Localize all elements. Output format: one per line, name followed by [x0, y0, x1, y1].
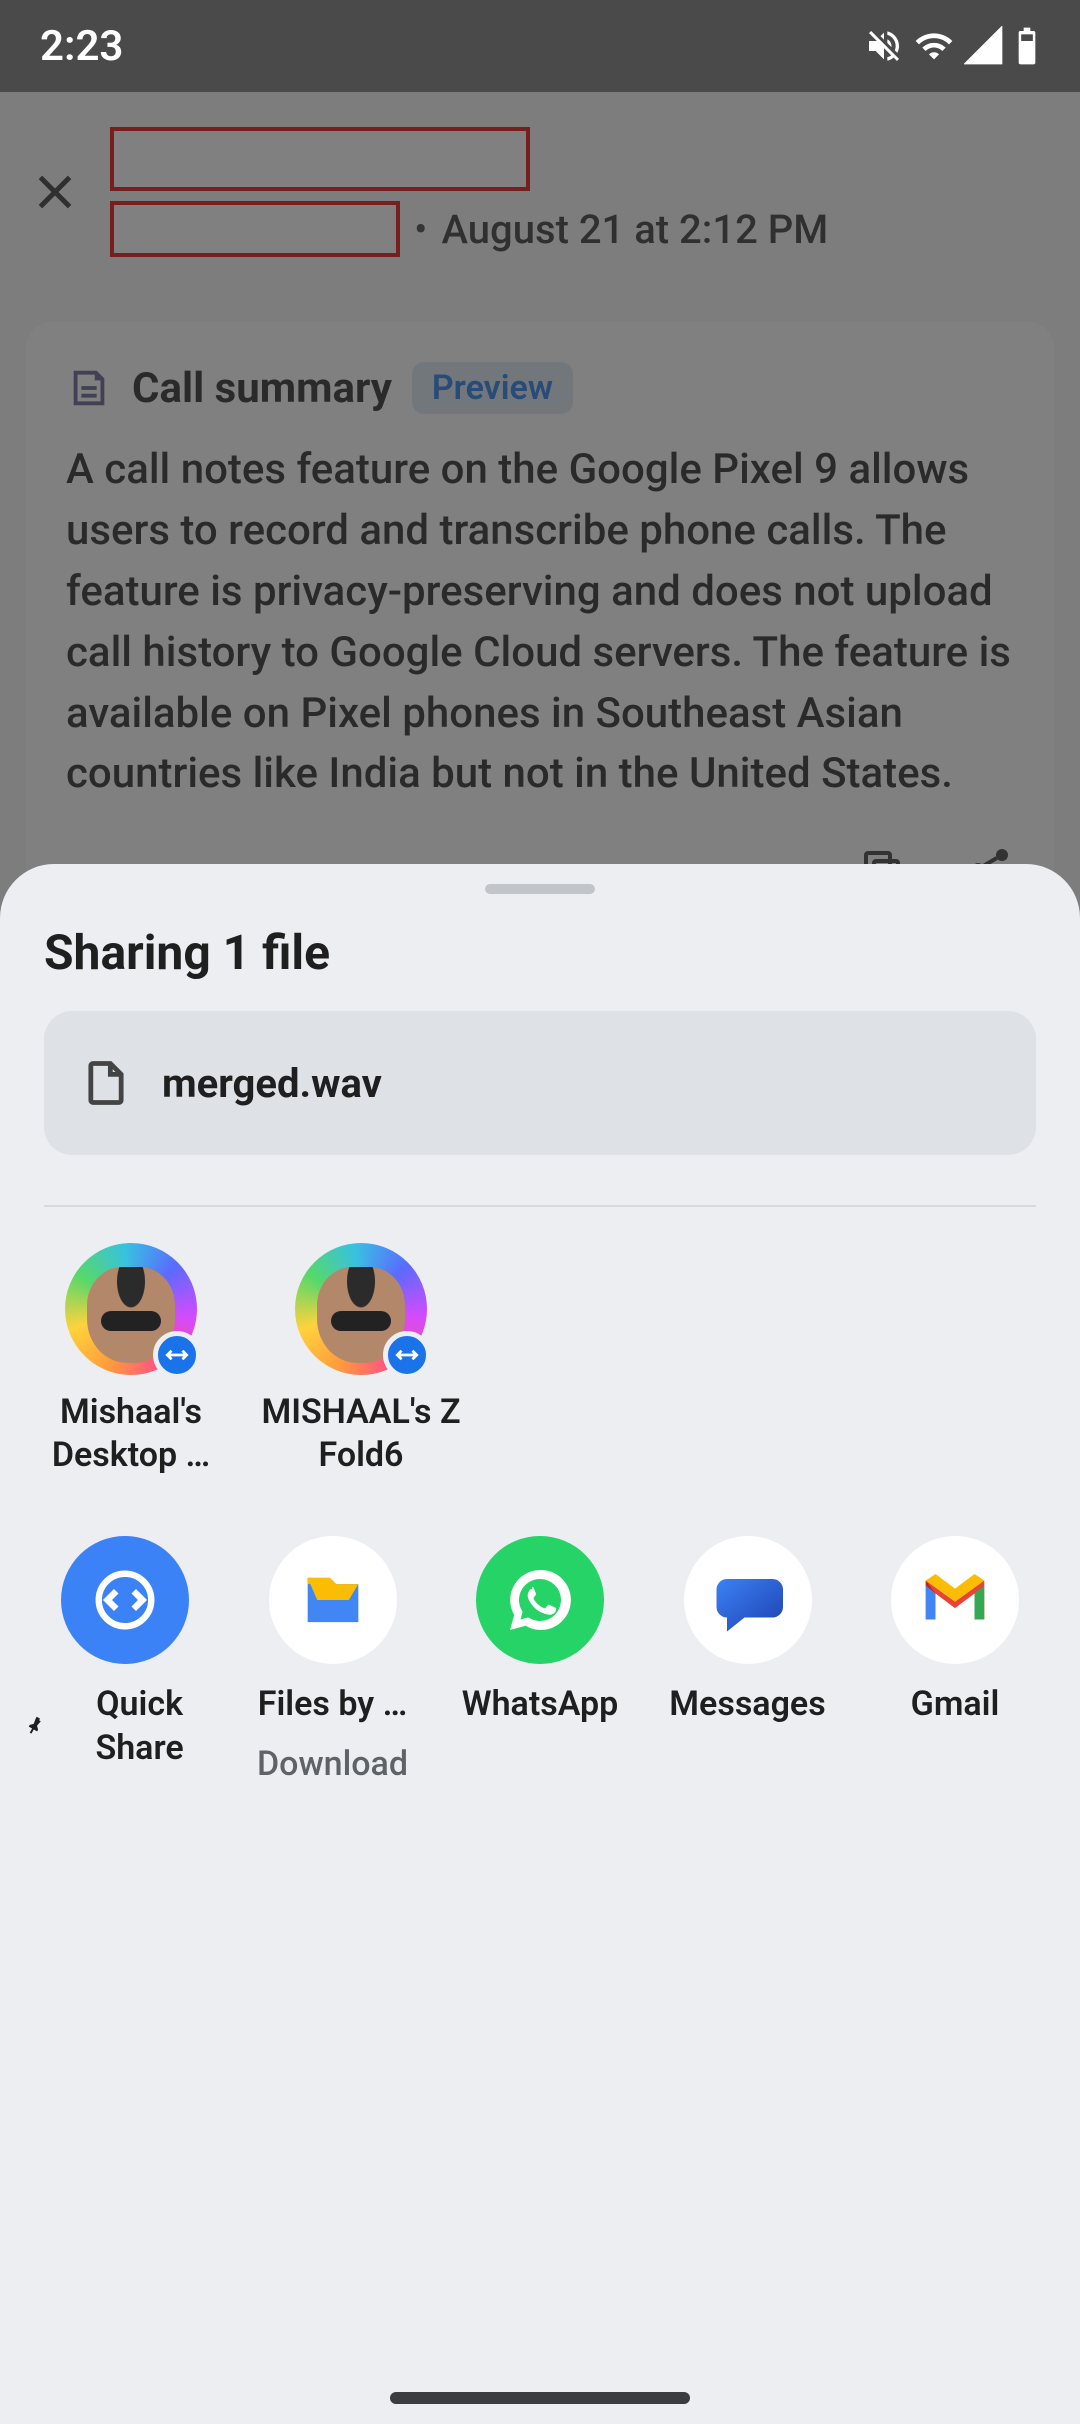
status-icons: [864, 26, 1040, 66]
quick-share-icon: [61, 1536, 189, 1664]
wifi-icon: [914, 26, 954, 66]
app-messages[interactable]: Messages: [645, 1536, 851, 1784]
file-icon: [80, 1057, 132, 1109]
gmail-icon: [891, 1536, 1019, 1664]
app-label: Gmail: [911, 1682, 1000, 1726]
app-whatsapp[interactable]: WhatsApp: [437, 1536, 643, 1784]
app-label: Files by …: [258, 1682, 407, 1726]
whatsapp-icon: [476, 1536, 604, 1664]
battery-icon: [1014, 26, 1040, 66]
status-time: 2:23: [40, 22, 123, 71]
app-label: Quick Share: [51, 1682, 228, 1770]
device-label: Mishaal's Desktop …: [26, 1391, 236, 1476]
share-sheet: Sharing 1 file merged.wav Mishaal's Desk…: [0, 864, 1080, 2424]
divider: [44, 1205, 1036, 1207]
signal-icon: [964, 26, 1004, 66]
pin-icon: [22, 1714, 45, 1738]
nearby-badge-icon: [153, 1331, 201, 1379]
nearby-contacts: Mishaal's Desktop … MISHAAL's Z Fold6: [0, 1243, 1080, 1476]
drag-handle[interactable]: [485, 884, 595, 894]
files-icon: [269, 1536, 397, 1664]
app-sublabel: Download: [257, 1744, 408, 1784]
file-card[interactable]: merged.wav: [44, 1011, 1036, 1155]
nav-gesture-bar[interactable]: [390, 2392, 690, 2404]
nearby-device[interactable]: Mishaal's Desktop …: [26, 1243, 236, 1476]
app-files[interactable]: Files by … Download: [230, 1536, 436, 1784]
app-label: Messages: [669, 1682, 825, 1726]
status-bar: 2:23: [0, 0, 1080, 92]
share-title: Sharing 1 file: [0, 894, 1080, 1011]
nearby-badge-icon: [383, 1331, 431, 1379]
device-label: MISHAAL's Z Fold6: [256, 1391, 466, 1476]
mute-icon: [864, 26, 904, 66]
app-label: WhatsApp: [462, 1682, 619, 1726]
file-name: merged.wav: [162, 1060, 382, 1107]
messages-icon: [684, 1536, 812, 1664]
nearby-device[interactable]: MISHAAL's Z Fold6: [256, 1243, 466, 1476]
app-quick-share[interactable]: Quick Share: [22, 1536, 228, 1784]
share-apps: Quick Share Files by … Download WhatsApp…: [0, 1476, 1080, 1784]
app-gmail[interactable]: Gmail: [852, 1536, 1058, 1784]
